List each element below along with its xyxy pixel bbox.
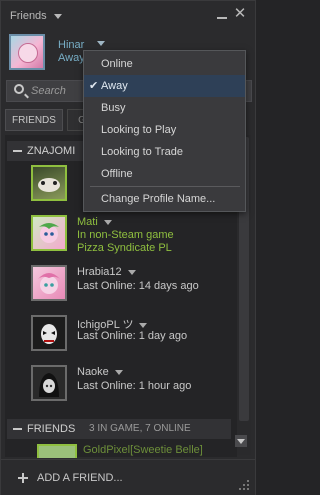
- add-friend-button[interactable]: ADD A FRIEND...: [37, 472, 123, 484]
- friend-menu-icon[interactable]: [103, 219, 112, 225]
- friend-avatar[interactable]: [31, 265, 67, 301]
- status-menu: Online ✔ Away Busy Looking to Play Lookin…: [83, 50, 246, 212]
- profile-name[interactable]: Hinar: [58, 39, 84, 51]
- character-avatar-icon: [39, 373, 59, 397]
- friend-game-name: Pizza Syndicate PL: [77, 242, 172, 254]
- friends-window: Friends ✕ Hinar Away FRIENDS G ZNAJOMI: [0, 0, 256, 495]
- friend-avatar[interactable]: [31, 165, 67, 201]
- plus-icon[interactable]: [18, 473, 28, 483]
- menu-separator: [90, 186, 240, 187]
- friend-avatar[interactable]: [31, 365, 67, 401]
- friend-last-online: Last Online: 1 day ago: [77, 330, 188, 342]
- group-name: FRIENDS: [27, 423, 76, 435]
- profile-status[interactable]: Away: [58, 52, 85, 64]
- friend-avatar[interactable]: [31, 215, 67, 251]
- friend-last-online: Last Online: 1 hour ago: [77, 380, 192, 392]
- creature-avatar-icon: [38, 178, 60, 192]
- title-bar[interactable]: Friends ✕: [1, 1, 255, 29]
- search-icon: [14, 84, 24, 94]
- pony-avatar-icon: [38, 273, 60, 294]
- avatar-image: [18, 43, 38, 63]
- pony-avatar-icon: [39, 223, 59, 243]
- friend-row[interactable]: Mati In non-Steam game Pizza Syndicate P…: [31, 215, 231, 257]
- collapse-icon[interactable]: [13, 150, 22, 152]
- menu-item-looking-to-trade[interactable]: Looking to Trade: [84, 141, 245, 163]
- friend-row[interactable]: Naoke Last Online: 1 hour ago: [31, 365, 231, 407]
- collapse-icon[interactable]: [13, 428, 22, 430]
- friend-name[interactable]: Naoke: [77, 366, 123, 378]
- menu-item-change-profile-name[interactable]: Change Profile Name...: [84, 188, 245, 210]
- menu-item-away[interactable]: ✔ Away: [84, 75, 245, 97]
- group-count: 3 IN GAME, 7 ONLINE: [89, 423, 191, 434]
- menu-item-looking-to-play[interactable]: Looking to Play: [84, 119, 245, 141]
- window-title[interactable]: Friends: [10, 10, 47, 22]
- friend-game-status: In non-Steam game: [77, 229, 174, 241]
- friend-row[interactable]: Hrabia12 Last Online: 14 days ago: [31, 265, 231, 307]
- menu-item-online[interactable]: Online: [84, 53, 245, 75]
- menu-item-offline[interactable]: Offline: [84, 163, 245, 185]
- profile-avatar[interactable]: [9, 34, 45, 70]
- close-button[interactable]: ✕: [233, 6, 247, 21]
- tab-friends[interactable]: FRIENDS: [5, 109, 63, 131]
- title-dropdown-icon[interactable]: [54, 14, 62, 19]
- friend-name[interactable]: GoldPixel[Sweetie Belle]: [83, 444, 203, 456]
- friend-menu-icon[interactable]: [127, 269, 136, 275]
- footer: ADD A FRIEND...: [1, 459, 255, 495]
- friend-name[interactable]: Mati: [77, 216, 112, 228]
- group-header-friends[interactable]: FRIENDS 3 IN GAME, 7 ONLINE: [7, 419, 231, 439]
- scroll-down-icon[interactable]: [235, 435, 247, 447]
- friend-menu-icon[interactable]: [114, 369, 123, 375]
- resize-grip-icon[interactable]: [239, 480, 249, 490]
- checkmark-icon: ✔: [89, 80, 99, 92]
- friend-menu-icon[interactable]: [139, 322, 148, 328]
- minimize-button[interactable]: [216, 8, 228, 20]
- friend-avatar[interactable]: [31, 315, 67, 351]
- group-name: ZNAJOMI: [27, 145, 76, 157]
- friend-name[interactable]: Hrabia12: [77, 266, 136, 278]
- friend-last-online: Last Online: 14 days ago: [77, 280, 199, 292]
- friend-row[interactable]: IchigoPL ツ Last Online: 1 day ago: [31, 315, 231, 357]
- mask-avatar-icon: [41, 324, 57, 344]
- menu-item-busy[interactable]: Busy: [84, 97, 245, 119]
- profile-status-dropdown-icon[interactable]: [97, 41, 105, 46]
- friend-avatar[interactable]: [37, 444, 77, 458]
